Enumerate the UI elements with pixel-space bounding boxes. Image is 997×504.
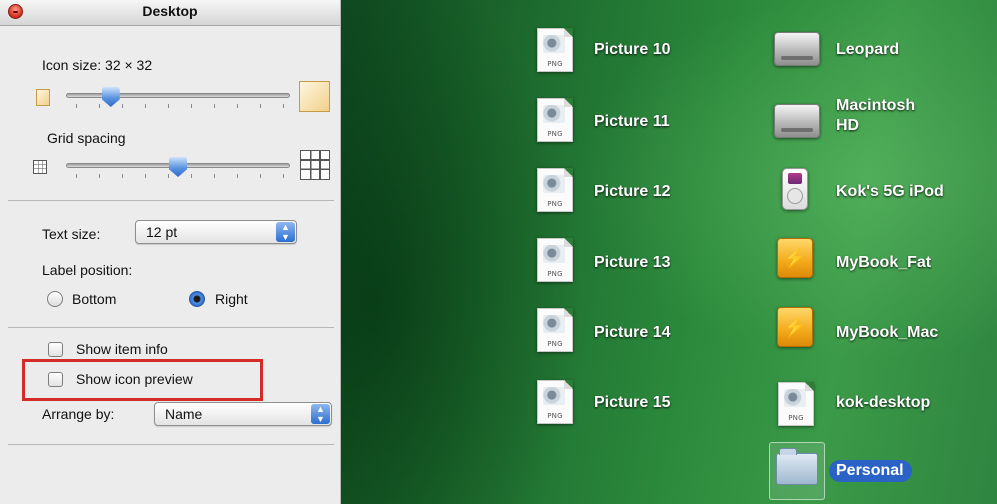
- highlight-annotation-box: [22, 359, 263, 401]
- png-file-icon: PNG: [537, 308, 573, 352]
- separator: [8, 200, 334, 201]
- grid-spacing-ticks: [76, 174, 286, 178]
- png-file-icon: PNG: [537, 380, 573, 424]
- selection-highlight: [769, 442, 825, 500]
- desktop-background: PNG Picture 10 PNG Picture 11 PNG Pictur…: [341, 0, 997, 504]
- title-bar[interactable]: Desktop: [0, 0, 340, 26]
- icon-size-ticks: [76, 104, 286, 108]
- desktop-view-options-panel: Desktop Icon size: 32 × 32 Grid spacing …: [0, 0, 341, 504]
- radio-bottom[interactable]: [47, 291, 63, 307]
- item-label: Picture 10: [594, 41, 671, 58]
- panel-title: Desktop: [142, 3, 198, 19]
- arrange-by-value: Name: [165, 406, 203, 422]
- external-drive-icon: ⚡: [777, 238, 813, 278]
- item-label: Picture 11: [594, 113, 670, 130]
- radio-right[interactable]: [189, 291, 205, 307]
- text-size-label: Text size:: [42, 226, 101, 242]
- label-position-label: Label position:: [42, 262, 133, 278]
- large-image-icon: [299, 81, 330, 112]
- small-grid-icon: [33, 160, 47, 174]
- external-drive-icon: ⚡: [777, 307, 813, 347]
- png-file-icon: PNG: [537, 28, 573, 72]
- separator: [8, 444, 334, 445]
- item-label-line2: HD: [836, 117, 860, 134]
- item-label: Picture 13: [594, 254, 671, 271]
- small-image-icon: [36, 89, 50, 106]
- text-size-popup[interactable]: 12 pt ▲ ▼: [135, 220, 297, 244]
- text-size-value: 12 pt: [146, 224, 178, 240]
- png-file-icon: PNG: [778, 382, 814, 426]
- item-label: Picture 15: [594, 394, 671, 411]
- radio-right-label: Right: [215, 291, 248, 307]
- show-item-info-label: Show item info: [76, 341, 168, 357]
- item-label-selected: Personal: [829, 460, 912, 482]
- large-grid-icon: [300, 150, 330, 180]
- ipod-icon: [782, 168, 808, 210]
- popup-arrows-icon: ▲ ▼: [276, 222, 295, 242]
- hard-drive-icon: [774, 104, 820, 138]
- item-label-line1: Macintosh: [836, 97, 916, 114]
- png-file-icon: PNG: [537, 238, 573, 282]
- png-file-icon: PNG: [537, 98, 573, 142]
- item-label: Picture 12: [594, 183, 671, 200]
- item-label: kok-desktop: [836, 394, 931, 411]
- item-label: Kok's 5G iPod: [836, 183, 944, 200]
- item-label: Leopard: [836, 41, 900, 58]
- popup-arrows-icon: ▲ ▼: [311, 404, 330, 424]
- item-label: MyBook_Mac: [836, 324, 939, 341]
- separator: [8, 327, 334, 328]
- icon-size-label: Icon size: 32 × 32: [42, 57, 153, 73]
- show-item-info-checkbox[interactable]: [48, 342, 63, 357]
- radio-bottom-label: Bottom: [72, 291, 117, 307]
- icon-size-slider-track[interactable]: [66, 93, 290, 98]
- item-label: MyBook_Fat: [836, 254, 932, 271]
- grid-spacing-label: Grid spacing: [47, 130, 126, 146]
- folder-icon: [776, 448, 818, 485]
- item-label: Picture 14: [594, 324, 671, 341]
- arrange-by-popup[interactable]: Name ▲ ▼: [154, 402, 332, 426]
- png-file-icon: PNG: [537, 168, 573, 212]
- arrange-by-label: Arrange by:: [42, 406, 115, 422]
- hard-drive-icon: [774, 32, 820, 66]
